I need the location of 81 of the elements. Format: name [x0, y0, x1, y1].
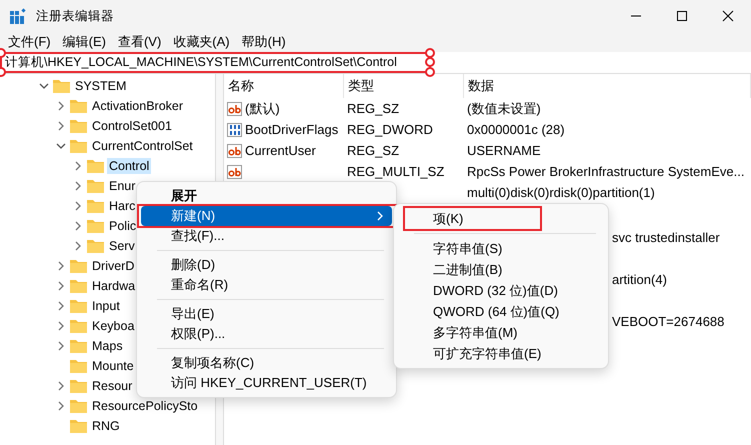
- value-name[interactable]: BootDriverFlags: [245, 122, 338, 137]
- tree-item[interactable]: ActivationBroker: [90, 98, 186, 114]
- menu-bar-item[interactable]: 帮助(H): [236, 33, 292, 51]
- tree-item[interactable]: SYSTEM: [73, 78, 128, 94]
- menu-bar-item[interactable]: 编辑(E): [56, 33, 112, 51]
- menu-item[interactable]: 二进制值(B): [398, 259, 604, 280]
- tree-item[interactable]: RNG: [90, 418, 122, 434]
- value-type: REG_SZ: [347, 143, 400, 158]
- folder-icon: [87, 219, 104, 233]
- tree-item[interactable]: Hardwa: [90, 278, 138, 294]
- folder-icon: [70, 99, 87, 113]
- value-type: REG_DWORD: [347, 122, 433, 137]
- tree-item[interactable]: Serv: [107, 238, 137, 254]
- tree-item[interactable]: Maps: [90, 338, 125, 354]
- tree-item[interactable]: Input: [90, 298, 122, 314]
- folder-icon: [53, 79, 70, 93]
- tree-item[interactable]: Polic: [107, 218, 138, 234]
- menu-item[interactable]: 复制项名称(C): [141, 353, 392, 373]
- menu-item[interactable]: 字符串值(S): [398, 238, 604, 259]
- value-data: artition(4): [612, 272, 667, 287]
- folder-icon: [70, 379, 87, 393]
- menu-item[interactable]: 可扩充字符串值(E): [398, 343, 604, 364]
- value-type: REG_SZ: [347, 101, 400, 116]
- folder-icon: [70, 139, 87, 153]
- tree-item[interactable]: Enur: [107, 178, 138, 194]
- window-title: 注册表编辑器: [36, 8, 115, 24]
- menu-item[interactable]: 权限(P)...: [141, 324, 392, 344]
- string-value-icon: [227, 164, 242, 178]
- tree-item[interactable]: DriverD: [90, 258, 136, 274]
- value-name[interactable]: CurrentUser: [245, 143, 316, 158]
- folder-icon: [70, 419, 87, 433]
- tree-item[interactable]: Control: [107, 158, 152, 174]
- folder-icon: [87, 199, 104, 213]
- menu-item[interactable]: 重命名(R): [141, 275, 392, 295]
- folder-icon: [70, 359, 87, 373]
- value-data: svc trustedinstaller: [612, 230, 720, 245]
- folder-icon: [87, 179, 104, 193]
- value-data: USERNAME: [467, 143, 541, 158]
- string-value-icon: [227, 102, 242, 116]
- tree-item[interactable]: Harc: [107, 198, 138, 214]
- value-data: 0x0000001c (28): [467, 122, 565, 137]
- binary-value-icon: [227, 122, 242, 136]
- chevron-right-icon: [376, 211, 384, 221]
- tree-item[interactable]: Mounte: [90, 358, 136, 374]
- tree-item[interactable]: Keyboa: [90, 318, 136, 334]
- value-data: VEBOOT=2674688: [612, 314, 724, 329]
- menu-item[interactable]: 多字符串值(M): [398, 322, 604, 343]
- menu-item[interactable]: 查找(F)...: [141, 226, 392, 246]
- tree-item[interactable]: Resour: [90, 378, 134, 394]
- folder-icon: [70, 279, 87, 293]
- folder-icon: [70, 299, 87, 313]
- value-data: RpcSs Power BrokerInfrastructure SystemEve...: [467, 164, 744, 179]
- menu-bar-item[interactable]: 查看(V): [112, 33, 168, 51]
- tree-item[interactable]: ControlSet001: [90, 118, 174, 134]
- folder-icon: [70, 339, 87, 353]
- value-type: REG_MULTI_SZ: [347, 164, 444, 179]
- folder-icon: [70, 399, 87, 413]
- folder-icon: [87, 239, 104, 253]
- tree-item[interactable]: CurrentControlSet: [90, 138, 195, 154]
- column-header[interactable]: 数据: [464, 74, 751, 98]
- tree-item[interactable]: ResourcePolicySto: [90, 398, 200, 414]
- menu-item[interactable]: 导出(E): [141, 304, 392, 324]
- column-header[interactable]: 类型: [344, 74, 464, 98]
- string-value-icon: [227, 144, 242, 158]
- column-header[interactable]: 名称: [224, 74, 344, 98]
- folder-icon: [70, 319, 87, 333]
- folder-icon: [87, 159, 104, 173]
- menu-item[interactable]: 访问 HKEY_CURRENT_USER(T): [141, 373, 392, 393]
- menu-item[interactable]: DWORD (32 位)值(D): [398, 280, 604, 301]
- folder-icon: [70, 119, 87, 133]
- menu-item[interactable]: 展开: [141, 186, 392, 206]
- folder-icon: [70, 259, 87, 273]
- menu-bar-item[interactable]: 文件(F): [2, 33, 57, 51]
- registry-editor-icon: [10, 8, 28, 24]
- menu-item[interactable]: 删除(D): [141, 255, 392, 275]
- value-name[interactable]: (默认): [245, 100, 280, 118]
- menu-item[interactable]: QWORD (64 位)值(Q): [398, 301, 604, 322]
- value-data: (数值未设置): [467, 100, 541, 118]
- menu-item[interactable]: 项(K): [398, 208, 604, 229]
- menu-bar-item[interactable]: 收藏夹(A): [167, 33, 236, 51]
- value-data: multi(0)disk(0)rdisk(0)partition(1): [467, 185, 655, 200]
